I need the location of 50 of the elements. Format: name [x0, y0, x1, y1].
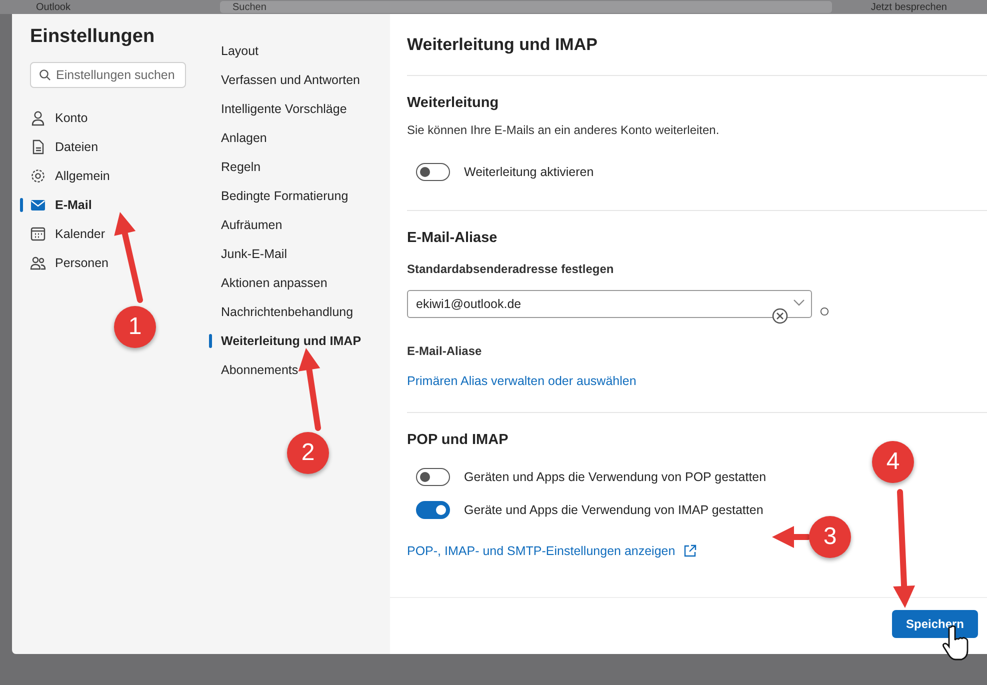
people-icon — [30, 254, 46, 270]
toggle-switch[interactable] — [416, 162, 450, 180]
subcategory-item[interactable]: Aktionen anpassen — [209, 268, 390, 297]
toggle-label: Geräten und Apps die Verwendung von POP gestatten — [464, 470, 766, 484]
subcategory-item[interactable]: Anlagen — [209, 123, 390, 152]
chevron-icon — [793, 299, 805, 307]
app-title: Outlook — [36, 2, 70, 12]
person-icon — [30, 110, 46, 126]
toggle-label: Weiterleitung aktivieren — [464, 164, 594, 178]
page-title: Weiterleitung und IMAP — [407, 14, 987, 76]
document-icon — [30, 138, 46, 154]
clear-icon[interactable] — [772, 308, 788, 324]
calendar-icon — [30, 226, 46, 242]
gear-icon — [30, 168, 46, 184]
dialog-title: Einstellungen — [30, 26, 156, 48]
category-item[interactable]: Allgemein — [18, 161, 205, 190]
link[interactable]: Primären Alias verwalten oder auswählen — [407, 374, 636, 388]
section-heading: POP und IMAP — [407, 432, 510, 448]
subcategory-item[interactable]: Verfassen und Antworten — [209, 65, 390, 94]
address-dropdown[interactable]: ekiwi1@outlook.de — [407, 290, 812, 318]
field-label: E-Mail-Aliase — [407, 344, 483, 358]
subcategory-item[interactable]: Junk-E-Mail — [209, 239, 390, 268]
search-field[interactable]: Suchen — [220, 1, 832, 13]
circle-icon — [820, 306, 829, 316]
section-heading: Weiterleitung — [407, 95, 500, 111]
toggle-switch[interactable] — [416, 500, 450, 518]
subcategory-item[interactable]: Aufräumen — [209, 210, 390, 239]
search-icon — [39, 69, 51, 81]
category-item[interactable]: Kalender — [18, 219, 205, 248]
field-label: Standardabsenderadresse festlegen — [407, 262, 615, 276]
settings-search-field[interactable]: Einstellungen suchen — [30, 62, 186, 88]
subcategory-item[interactable]: Bedingte Formatierung — [209, 181, 390, 210]
annotation-arrow — [772, 526, 811, 548]
toggle-switch[interactable] — [416, 468, 450, 486]
section-heading: E-Mail-Aliase — [407, 230, 498, 246]
category-item[interactable]: Konto — [18, 103, 205, 132]
subcategory-item[interactable]: Regeln — [209, 152, 390, 181]
category-item[interactable]: Dateien — [18, 132, 205, 161]
subcategory-item[interactable]: Weiterleitung und IMAP — [209, 326, 390, 355]
category-item[interactable]: E-Mail — [18, 190, 205, 219]
subcategory-item[interactable]: Abonnements — [209, 355, 390, 384]
subcategory-item[interactable]: Nachrichtenbehandlung — [209, 297, 390, 326]
category-item[interactable]: Personen — [18, 248, 205, 277]
toolbar-action[interactable]: Jetzt besprechen — [870, 2, 947, 12]
section-description: Sie können Ihre E-Mails an ein anderes Konto weiterleiten. — [407, 123, 720, 137]
subcategory-item[interactable]: Layout — [209, 36, 390, 65]
subcategory-item[interactable]: Intelligente Vorschläge — [209, 94, 390, 123]
toggle-label: Geräte und Apps die Verwendung von IMAP gestatten — [464, 502, 764, 516]
link[interactable]: POP-, IMAP- und SMTP-Einstellungen anzeigen — [407, 544, 698, 558]
external-link-icon — [683, 544, 698, 558]
